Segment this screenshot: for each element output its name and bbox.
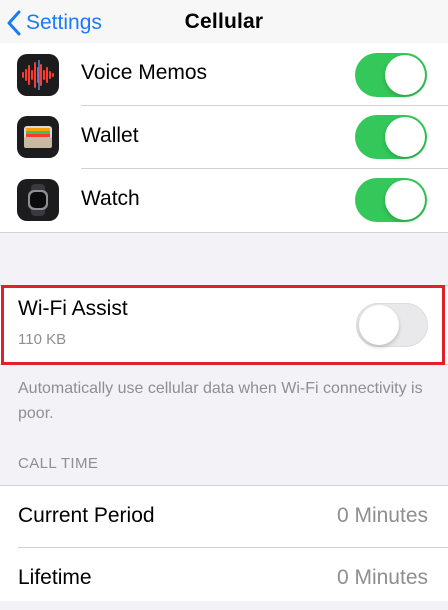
wifi-assist-label: Wi-Fi Assist bbox=[18, 297, 128, 320]
wallet-icon bbox=[17, 116, 59, 158]
call-time-label: Lifetime bbox=[18, 566, 92, 589]
voice-memos-icon bbox=[17, 54, 59, 96]
wifi-assist-usage: 110 KB bbox=[18, 331, 67, 348]
wifi-assist-row: Wi-Fi Assist 110 KB bbox=[0, 285, 448, 365]
list-item-wallet: Wallet bbox=[0, 106, 448, 169]
call-time-value: 0 Minutes bbox=[336, 504, 428, 527]
call-time-row-current: Current Period 0 Minutes bbox=[0, 486, 448, 548]
app-label: Voice Memos bbox=[81, 61, 208, 84]
call-time-header: CALL TIME bbox=[18, 455, 99, 472]
app-cellular-list: Voice Memos Wallet Watch bbox=[0, 43, 448, 233]
list-item-watch: Watch bbox=[0, 169, 448, 232]
call-time-label: Current Period bbox=[18, 504, 155, 527]
wifi-assist-toggle[interactable] bbox=[356, 303, 428, 347]
wallet-toggle[interactable] bbox=[355, 115, 427, 159]
call-time-list: Current Period 0 Minutes Lifetime 0 Minu… bbox=[0, 485, 448, 601]
call-time-value: 0 Minutes bbox=[336, 566, 428, 589]
watch-toggle[interactable] bbox=[355, 178, 427, 222]
wifi-assist-footer: Automatically use cellular data when Wi-… bbox=[18, 380, 423, 422]
app-label: Watch bbox=[81, 187, 140, 210]
app-label: Wallet bbox=[81, 124, 139, 147]
page-title: Cellular bbox=[184, 10, 264, 33]
voice-memos-toggle[interactable] bbox=[355, 53, 427, 97]
watch-icon bbox=[17, 179, 59, 221]
list-item-voice-memos: Voice Memos bbox=[0, 43, 448, 106]
